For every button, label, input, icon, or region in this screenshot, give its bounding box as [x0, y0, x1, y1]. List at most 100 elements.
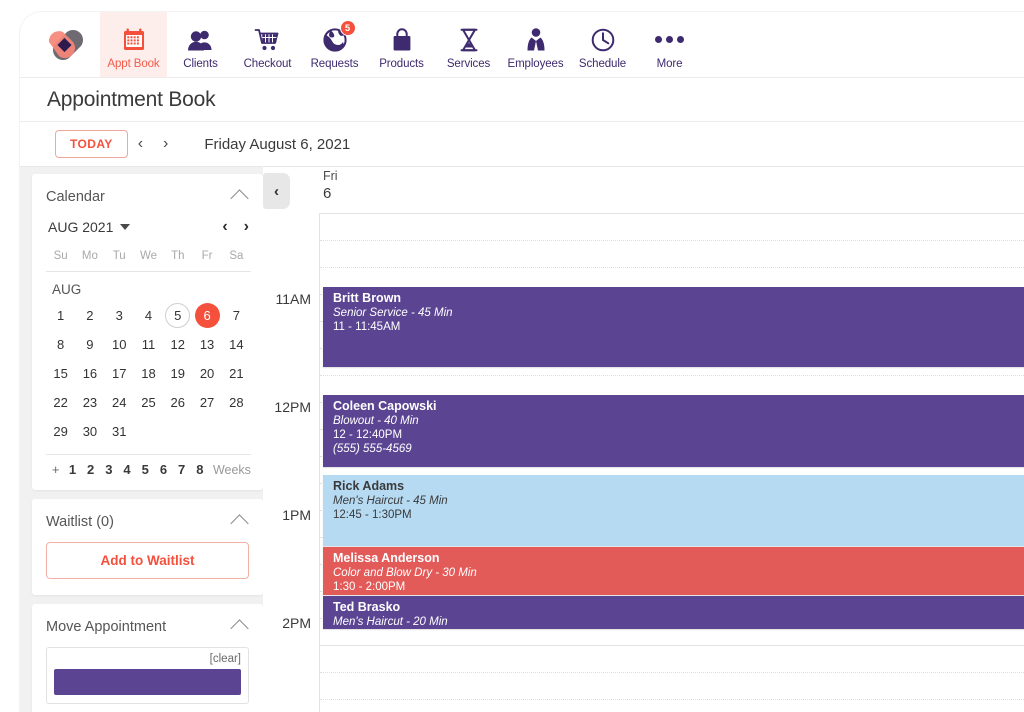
move-appointment-panel-title: Move Appointment [46, 618, 167, 635]
calendar-day-16[interactable]: 16 [75, 360, 104, 386]
calendar-day-number: 25 [141, 394, 156, 410]
calendar-day-7[interactable]: 7 [222, 302, 251, 328]
appointment-client-name: Britt Brown [333, 291, 402, 305]
calendar-day-3[interactable]: 3 [105, 302, 134, 328]
app-logo[interactable] [28, 12, 100, 77]
appointment-block[interactable]: Ted Brasko Men's Haircut - 20 Min [323, 596, 1024, 629]
nav-item-checkout[interactable]: Checkout [234, 12, 301, 77]
time-axis: 11AM12PM1PM2PM3PM [263, 213, 319, 712]
appointment-service: Men's Haircut - 45 Min [333, 495, 448, 507]
calendar-day-5[interactable]: 5 [163, 302, 192, 328]
grid-lines[interactable]: Britt Brown Senior Service - 45 Min 11 - 1… [319, 213, 1024, 712]
calendar-day-9[interactable]: 9 [75, 331, 104, 357]
calendar-day-grid: 1 2 3 4 5 6 7 8 9 10 11 12 13 14 15 16 17 18 19 20 21 22 23 24 2… [46, 302, 251, 444]
calendar-day-24[interactable]: 24 [105, 389, 134, 415]
calendar-day-25[interactable]: 25 [134, 389, 163, 415]
move-appointment-chip[interactable] [54, 669, 241, 695]
calendar-weekday-th: Th [171, 250, 185, 262]
calendar-day-8[interactable]: 8 [46, 331, 75, 357]
move-appointment-panel-header[interactable]: Move Appointment [32, 604, 263, 645]
calendar-day-18[interactable]: 18 [134, 360, 163, 386]
calendar-day-1[interactable]: 1 [46, 302, 75, 328]
time-label-11am: 11AM [275, 291, 311, 307]
waitlist-panel-header[interactable]: Waitlist (0) [32, 499, 263, 540]
nav-item-services[interactable]: Services [435, 12, 502, 77]
appointment-block[interactable]: Rick Adams Men's Haircut - 45 Min 12:45 - … [323, 475, 1024, 546]
calendar-day-21[interactable]: 21 [222, 360, 251, 386]
calendar-day-20[interactable]: 20 [192, 360, 221, 386]
previous-day-button[interactable]: ‹ [128, 131, 153, 157]
calendar-day-number: 23 [82, 394, 98, 410]
next-day-button[interactable]: › [153, 131, 178, 157]
grid-line [320, 213, 1024, 214]
appointment-time: 12:45 - 1:30PM [333, 509, 412, 521]
nav-item-schedule[interactable]: Schedule [569, 12, 636, 77]
calendar-weekday-sa: Sa [229, 250, 244, 262]
calendar-weekday-mo: Mo [81, 250, 98, 262]
calendar-day-11[interactable]: 11 [134, 331, 163, 357]
calendar-day-19[interactable]: 19 [163, 360, 192, 386]
calendar-day-number: 18 [141, 365, 156, 381]
move-appointment-panel: Move Appointment [clear] [32, 604, 263, 712]
weeks-option-6[interactable]: 6 [154, 462, 172, 477]
nav-label-checkout: Checkout [243, 58, 292, 70]
weeks-option-8[interactable]: 8 [191, 462, 209, 477]
month-year-selector[interactable]: AUG 2021 [48, 219, 131, 235]
calendar-panel-header[interactable]: Calendar [32, 174, 263, 215]
calendar-day-4[interactable]: 4 [134, 302, 163, 328]
collapse-sidebar-button[interactable]: ‹ [263, 173, 290, 209]
weeks-option-7[interactable]: 7 [173, 462, 191, 477]
appointment-block[interactable]: Britt Brown Senior Service - 45 Min 11 - 1… [323, 287, 1024, 367]
calendar-day-13[interactable]: 13 [192, 331, 221, 357]
calendar-next-month-button[interactable]: › [244, 218, 249, 236]
weeks-option-5[interactable]: 5 [136, 462, 154, 477]
weeks-option-2[interactable]: 2 [82, 462, 100, 477]
chevron-up-icon[interactable] [230, 619, 249, 638]
app-logo-icon [48, 29, 83, 60]
nav-item-appt-book[interactable]: Appt Book [100, 12, 167, 77]
nav-label-more: More [656, 58, 683, 70]
calendar-day-2[interactable]: 2 [75, 302, 104, 328]
nav-item-requests[interactable]: 5 Requests [301, 12, 368, 77]
nav-item-clients[interactable]: Clients [167, 12, 234, 77]
chevron-up-icon[interactable] [230, 514, 249, 533]
calendar-day-23[interactable]: 23 [75, 389, 104, 415]
calendar-day-17[interactable]: 17 [105, 360, 134, 386]
weeks-option-1[interactable]: 1 [63, 462, 81, 477]
calendar-day-27[interactable]: 27 [192, 389, 221, 415]
calendar-day-30[interactable]: 30 [75, 418, 104, 444]
calendar-day-14[interactable]: 14 [222, 331, 251, 357]
calendar-day-29[interactable]: 29 [46, 418, 75, 444]
nav-item-employees[interactable]: Employees [502, 12, 569, 77]
month-year-label: AUG 2021 [48, 219, 114, 235]
add-to-waitlist-button[interactable]: Add to Waitlist [46, 542, 249, 579]
calendar-day-12[interactable]: 12 [163, 331, 192, 357]
page-header: Appointment Book [20, 78, 1024, 122]
add-weeks-button[interactable]: + [48, 462, 63, 477]
calendar-day-15[interactable]: 15 [46, 360, 75, 386]
calendar-weekday-header: Su Mo Tu We Th Fr Sa [46, 250, 251, 271]
weeks-option-3[interactable]: 3 [100, 462, 118, 477]
calendar-day-6[interactable]: 6 [192, 302, 221, 328]
chevron-up-icon[interactable] [230, 189, 249, 208]
nav-item-products[interactable]: Products [368, 12, 435, 77]
calendar-day-10[interactable]: 10 [105, 331, 134, 357]
grid-line [320, 240, 1024, 241]
main-content-area: Calendar AUG 2021 ‹ › Su Mo Tu We Th Fr … [20, 167, 1024, 712]
divider [46, 271, 251, 272]
nav-item-more[interactable]: More [636, 12, 703, 77]
weeks-option-4[interactable]: 4 [118, 462, 136, 477]
current-date-label: Friday August 6, 2021 [204, 135, 351, 153]
calendar-day-22[interactable]: 22 [46, 389, 75, 415]
appointment-block[interactable]: Coleen Capowski Blowout - 40 Min 12 - 12:4… [323, 395, 1024, 467]
calendar-day-28[interactable]: 28 [222, 389, 251, 415]
calendar-day-31[interactable]: 31 [105, 418, 134, 444]
appointment-block[interactable]: Melissa Anderson Color and Blow Dry - 30 … [323, 547, 1024, 595]
calendar-prev-month-button[interactable]: ‹ [222, 218, 227, 236]
grid-scroll-area[interactable]: 11AM12PM1PM2PM3PM Britt BrownSenior Serv… [263, 213, 1024, 712]
grid-line [320, 267, 1024, 268]
clear-link[interactable]: [clear] [54, 653, 241, 665]
calendar-day-26[interactable]: 26 [163, 389, 192, 415]
today-button[interactable]: TODAY [55, 130, 128, 158]
grid-line [320, 699, 1024, 700]
